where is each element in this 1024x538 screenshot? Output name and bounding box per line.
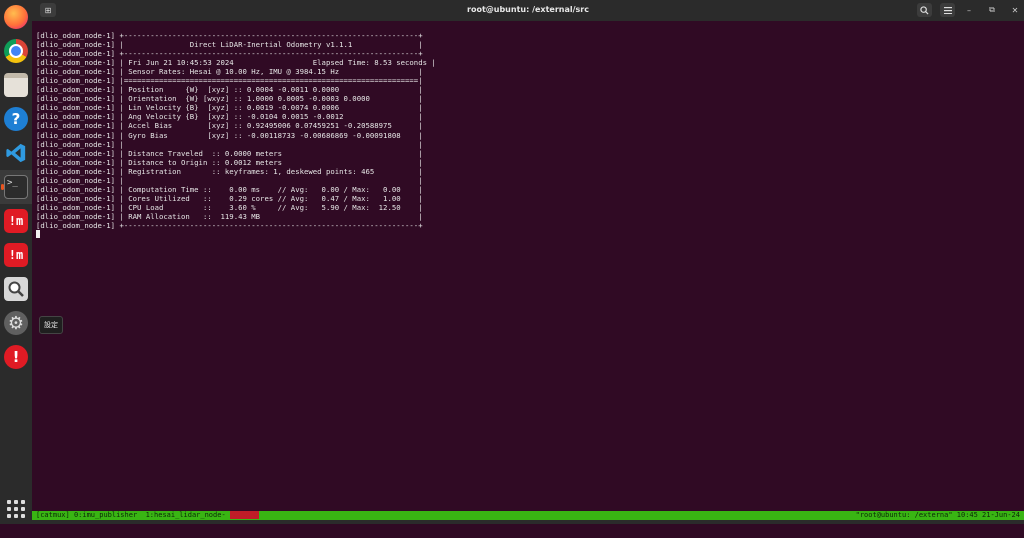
gear-icon: ⚙: [4, 311, 28, 335]
close-button[interactable]: ✕: [1008, 3, 1022, 17]
restore-icon: ⧉: [989, 5, 995, 14]
files-icon: [4, 73, 28, 97]
maximize-button[interactable]: ⧉: [985, 3, 999, 17]
terminal-line: [dlio_odom_node-1] |====================…: [36, 76, 423, 86]
terminal-line: [dlio_odom_node-1] | RAM Allocation :: 1…: [36, 211, 423, 221]
terminal-line: [dlio_odom_node-1] | Lin Velocity {B} [x…: [36, 103, 423, 113]
terminal-line: [dlio_odom_node-1] | Fri Jun 21 10:45:53…: [36, 58, 436, 68]
dock-item-image-viewer[interactable]: [0, 272, 32, 306]
terminal-line: [dlio_odom_node-1] | Distance Traveled :…: [36, 148, 423, 158]
tmux-status-bar: [catmux] 0:imu_publisher 1:hesai_lidar_n…: [32, 511, 1024, 520]
terminal-line: [dlio_odom_node-1] +--------------------…: [36, 31, 423, 40]
terminal-line: [dlio_odom_node-1] | |: [36, 175, 423, 185]
chrome-icon: [4, 39, 28, 63]
terminal-line: [dlio_odom_node-1] | Sensor Rates: Hesai…: [36, 67, 423, 77]
alert-icon: !: [4, 345, 28, 369]
vscode-icon: [4, 141, 28, 165]
window-title: root@ubuntu: /external/src: [467, 5, 589, 14]
dock-item-vscode[interactable]: [0, 136, 32, 170]
dock-item-app-red-1[interactable]: !m: [0, 204, 32, 238]
dock-item-firefox[interactable]: [0, 0, 32, 34]
terminal-line: [dlio_odom_node-1] | |: [36, 139, 423, 149]
dock-item-help[interactable]: ?: [0, 102, 32, 136]
bottom-strip: [32, 520, 1024, 524]
menu-button[interactable]: [940, 3, 955, 17]
minimize-icon: –: [967, 5, 971, 15]
tmux-windows: [catmux] 0:imu_publisher 1:hesai_lidar_n…: [36, 511, 260, 520]
red-app-icon: !m: [4, 243, 28, 267]
terminal-line: [dlio_odom_node-1] | Registration :: key…: [36, 166, 423, 176]
terminal-line: [dlio_odom_node-1] | Computation Time ::…: [36, 184, 423, 194]
show-apps-button[interactable]: [0, 492, 32, 526]
dock-item-files[interactable]: [0, 68, 32, 102]
search-button[interactable]: [917, 3, 932, 17]
terminal-line: [dlio_odom_node-1] +--------------------…: [36, 49, 423, 59]
hamburger-menu-icon: [943, 6, 952, 14]
terminal-titlebar: ⊞ root@ubuntu: /external/src – ⧉ ✕: [32, 0, 1024, 21]
tmux-window-0[interactable]: 0:imu_publisher: [74, 511, 137, 519]
magnifier-icon: [4, 277, 28, 301]
terminal-cursor: [36, 230, 40, 238]
terminal-line: [dlio_odom_node-1] | Position {W} [xyz] …: [36, 85, 423, 95]
tmux-window-1[interactable]: 1:hesai_lidar_node-: [146, 511, 226, 519]
dock: ? >_ !m !m ⚙ !: [0, 0, 32, 524]
terminal-line: [dlio_odom_node-1] | Ang Velocity {B} [x…: [36, 112, 423, 122]
terminal-icon: >_: [4, 175, 28, 199]
dock-tooltip: 設定: [39, 316, 63, 334]
search-icon: [920, 5, 929, 15]
terminal-line: [dlio_odom_node-1] | Cores Utilized :: 0…: [36, 193, 423, 203]
dock-item-software-updater[interactable]: !: [0, 340, 32, 374]
dock-item-app-red-2[interactable]: !m: [0, 238, 32, 272]
close-icon: ✕: [1011, 5, 1019, 15]
terminal-line: [dlio_odom_node-1] | CPU Load :: 3.60 % …: [36, 202, 423, 212]
dock-item-settings[interactable]: ⚙: [0, 306, 32, 340]
tmux-session-name: [catmux]: [36, 511, 74, 519]
dock-item-terminal[interactable]: >_: [0, 170, 32, 204]
firefox-icon: [4, 5, 28, 29]
minimize-button[interactable]: –: [962, 3, 976, 17]
red-app-icon: !m: [4, 209, 28, 233]
help-icon: ?: [4, 107, 28, 131]
terminal-output[interactable]: [dlio_odom_node-1] +--------------------…: [36, 31, 1006, 231]
terminal-line: [dlio_odom_node-1] | Distance to Origin …: [36, 157, 423, 167]
terminal-line: [dlio_odom_node-1] | Direct LiDAR-Inerti…: [36, 40, 423, 50]
tmux-window-2-active[interactable]: 2:dlio: [229, 511, 260, 519]
terminal-line: [dlio_odom_node-1] | Accel Bias [xyz] ::…: [36, 121, 423, 131]
terminal-line: [dlio_odom_node-1] | Gyro Bias [xyz] :: …: [36, 130, 423, 140]
show-apps-grid-icon: [4, 497, 28, 521]
terminal-line: [dlio_odom_node-1] +--------------------…: [36, 220, 423, 230]
dock-item-chrome[interactable]: [0, 34, 32, 68]
tmux-status-right: "root@ubuntu: /externa" 10:45 21-Jun-24: [855, 511, 1020, 519]
terminal-line: [dlio_odom_node-1] | Orientation {W} [wx…: [36, 94, 423, 104]
